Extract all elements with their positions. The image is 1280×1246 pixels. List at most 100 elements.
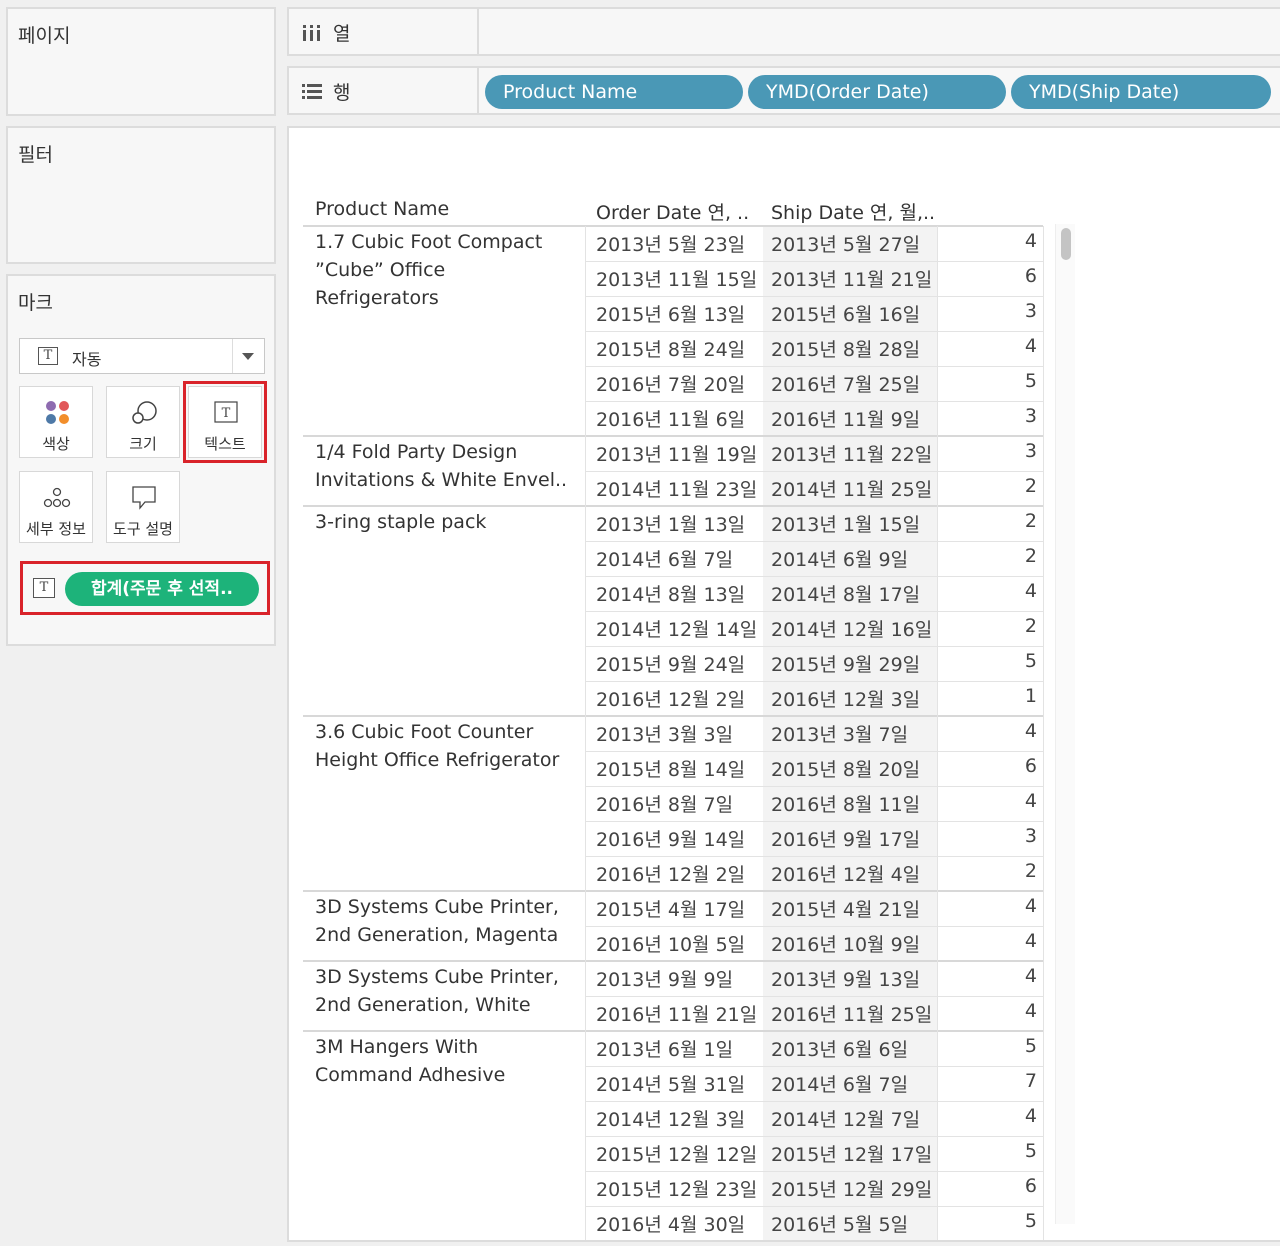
ship-date-cell[interactable]: 2016년 11월 9일	[771, 405, 920, 432]
ship-date-cell[interactable]: 2016년 5월 5일	[771, 1210, 908, 1237]
product-name-cell[interactable]: 1.7 Cubic Foot Compact ”Cube” Office Ref…	[315, 228, 585, 312]
order-date-cell[interactable]: 2015년 12월 23일	[596, 1175, 757, 1202]
order-date-cell[interactable]: 2013년 11월 19일	[596, 440, 757, 467]
value-cell[interactable]: 4	[939, 965, 1037, 987]
value-cell[interactable]: 5	[939, 1035, 1037, 1057]
order-date-cell[interactable]: 2015년 12월 12일	[596, 1140, 757, 1167]
order-date-cell[interactable]: 2016년 4월 30일	[596, 1210, 745, 1237]
order-date-cell[interactable]: 2013년 1월 13일	[596, 510, 745, 537]
value-cell[interactable]: 5	[939, 1140, 1037, 1162]
ship-date-cell[interactable]: 2013년 9월 13일	[771, 965, 920, 992]
ship-date-cell[interactable]: 2013년 11월 22일	[771, 440, 932, 467]
order-date-cell[interactable]: 2014년 12월 3일	[596, 1105, 745, 1132]
header-order-date[interactable]: Order Date 연, ..	[596, 198, 749, 225]
order-date-cell[interactable]: 2014년 12월 14일	[596, 615, 757, 642]
value-cell[interactable]: 2	[939, 615, 1037, 637]
scrollbar-thumb[interactable]	[1061, 228, 1071, 260]
ship-date-cell[interactable]: 2015년 12월 29일	[771, 1175, 932, 1202]
ship-date-cell[interactable]: 2016년 8월 11일	[771, 790, 920, 817]
ship-date-cell[interactable]: 2016년 7월 25일	[771, 370, 920, 397]
order-date-cell[interactable]: 2015년 9월 24일	[596, 650, 745, 677]
value-cell[interactable]: 4	[939, 790, 1037, 812]
view-canvas[interactable]: Product Name Order Date 연, .. Ship Date …	[287, 126, 1280, 1242]
value-cell[interactable]: 4	[939, 1105, 1037, 1127]
ship-date-cell[interactable]: 2013년 1월 15일	[771, 510, 920, 537]
order-date-cell[interactable]: 2014년 6월 7일	[596, 545, 733, 572]
value-cell[interactable]: 2	[939, 510, 1037, 532]
value-cell[interactable]: 5	[939, 650, 1037, 672]
ship-date-cell[interactable]: 2016년 9월 17일	[771, 825, 920, 852]
product-name-pill[interactable]: Product Name	[485, 75, 743, 109]
order-date-cell[interactable]: 2015년 6월 13일	[596, 300, 745, 327]
ship-date-cell[interactable]: 2016년 11월 25일	[771, 1000, 932, 1027]
ship-date-cell[interactable]: 2015년 6월 16일	[771, 300, 920, 327]
ship-date-cell[interactable]: 2013년 6월 6일	[771, 1035, 908, 1062]
value-cell[interactable]: 2	[939, 475, 1037, 497]
order-date-cell[interactable]: 2015년 8월 14일	[596, 755, 745, 782]
chevron-down-icon[interactable]	[232, 339, 264, 373]
value-cell[interactable]: 3	[939, 825, 1037, 847]
detail-button[interactable]: 세부 정보	[19, 471, 93, 543]
order-date-cell[interactable]: 2015년 8월 24일	[596, 335, 745, 362]
ship-date-cell[interactable]: 2016년 12월 3일	[771, 685, 920, 712]
order-date-cell[interactable]: 2013년 3월 3일	[596, 720, 733, 747]
order-date-cell[interactable]: 2016년 8월 7일	[596, 790, 733, 817]
value-cell[interactable]: 4	[939, 580, 1037, 602]
product-name-cell[interactable]: 3.6 Cubic Foot Counter Height Office Ref…	[315, 718, 585, 774]
ship-date-cell[interactable]: 2014년 8월 17일	[771, 580, 920, 607]
value-cell[interactable]: 6	[939, 265, 1037, 287]
order-date-cell[interactable]: 2016년 9월 14일	[596, 825, 745, 852]
ship-date-pill[interactable]: YMD(Ship Date)	[1011, 75, 1271, 109]
text-encoding-icon[interactable]: T	[33, 578, 55, 598]
order-date-cell[interactable]: 2016년 12월 2일	[596, 860, 745, 887]
product-name-cell[interactable]: 3D Systems Cube Printer, 2nd Generation,…	[315, 893, 585, 949]
product-name-cell[interactable]: 3M Hangers With Command Adhesive	[315, 1033, 585, 1089]
value-cell[interactable]: 4	[939, 895, 1037, 917]
ship-date-cell[interactable]: 2015년 8월 28일	[771, 335, 920, 362]
ship-date-cell[interactable]: 2015년 9월 29일	[771, 650, 920, 677]
text-button[interactable]: T 텍스트	[183, 381, 267, 463]
mark-type-dropdown[interactable]: T 자동	[19, 338, 265, 374]
rows-shelf[interactable]: 행 Product Name YMD(Order Date) YMD(Ship …	[287, 66, 1280, 115]
order-date-cell[interactable]: 2013년 11월 15일	[596, 265, 757, 292]
value-cell[interactable]: 5	[939, 1210, 1037, 1232]
order-date-cell[interactable]: 2014년 8월 13일	[596, 580, 745, 607]
ship-date-cell[interactable]: 2014년 6월 7일	[771, 1070, 908, 1097]
value-cell[interactable]: 3	[939, 300, 1037, 322]
value-cell[interactable]: 4	[939, 230, 1037, 252]
value-cell[interactable]: 6	[939, 755, 1037, 777]
order-date-cell[interactable]: 2016년 12월 2일	[596, 685, 745, 712]
order-date-cell[interactable]: 2014년 5월 31일	[596, 1070, 745, 1097]
order-date-pill[interactable]: YMD(Order Date)	[748, 75, 1006, 109]
order-date-cell[interactable]: 2013년 6월 1일	[596, 1035, 733, 1062]
ship-date-cell[interactable]: 2014년 12월 7일	[771, 1105, 920, 1132]
value-cell[interactable]: 4	[939, 335, 1037, 357]
ship-date-cell[interactable]: 2015년 8월 20일	[771, 755, 920, 782]
order-date-cell[interactable]: 2013년 9월 9일	[596, 965, 733, 992]
header-product-name[interactable]: Product Name	[315, 198, 449, 220]
ship-date-cell[interactable]: 2014년 11월 25일	[771, 475, 932, 502]
value-cell[interactable]: 4	[939, 720, 1037, 742]
product-name-cell[interactable]: 3-ring staple pack	[315, 508, 585, 536]
value-cell[interactable]: 1	[939, 685, 1037, 707]
order-date-cell[interactable]: 2016년 11월 21일	[596, 1000, 757, 1027]
order-date-cell[interactable]: 2013년 5월 23일	[596, 230, 745, 257]
ship-date-cell[interactable]: 2014년 6월 9일	[771, 545, 908, 572]
value-cell[interactable]: 4	[939, 1000, 1037, 1022]
order-date-cell[interactable]: 2014년 11월 23일	[596, 475, 757, 502]
ship-date-cell[interactable]: 2013년 3월 7일	[771, 720, 908, 747]
value-cell[interactable]: 4	[939, 930, 1037, 952]
product-name-cell[interactable]: 3D Systems Cube Printer, 2nd Generation,…	[315, 963, 585, 1019]
pages-card[interactable]: 페이지	[6, 7, 276, 116]
filters-card[interactable]: 필터	[6, 126, 276, 264]
value-cell[interactable]: 2	[939, 860, 1037, 882]
ship-date-cell[interactable]: 2013년 5월 27일	[771, 230, 920, 257]
value-cell[interactable]: 2	[939, 545, 1037, 567]
value-cell[interactable]: 7	[939, 1070, 1037, 1092]
ship-date-cell[interactable]: 2013년 11월 21일	[771, 265, 932, 292]
order-date-cell[interactable]: 2016년 10월 5일	[596, 930, 745, 957]
ship-date-cell[interactable]: 2015년 4월 21일	[771, 895, 920, 922]
order-date-cell[interactable]: 2016년 11월 6일	[596, 405, 745, 432]
ship-date-cell[interactable]: 2015년 12월 17일	[771, 1140, 932, 1167]
value-cell[interactable]: 3	[939, 405, 1037, 427]
